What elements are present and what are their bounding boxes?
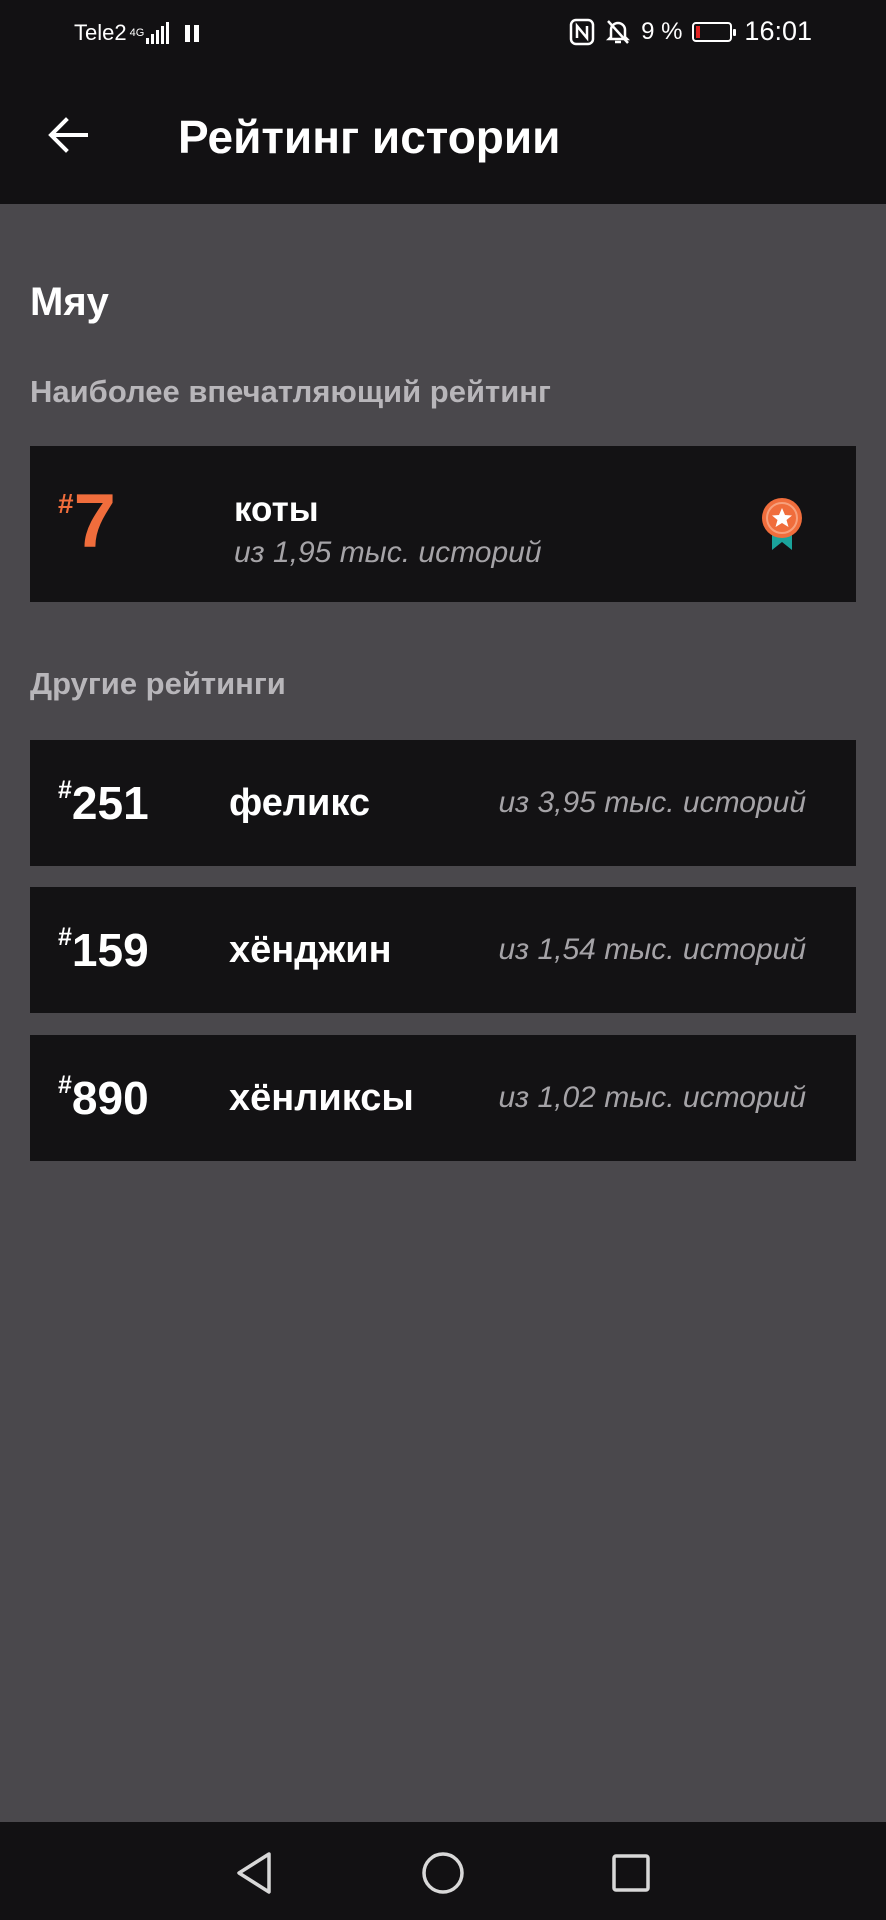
ranking-card[interactable]: #251 феликс из 3,95 тыс. историй	[30, 740, 856, 866]
system-nav-bar	[0, 1822, 886, 1920]
story-title: Мяу	[30, 280, 109, 324]
rank-value: 7	[73, 479, 116, 564]
network-type: 4G	[129, 26, 145, 39]
rank-hash: #	[58, 776, 72, 804]
tag-name: коты	[234, 490, 319, 529]
rank-number: #251	[58, 776, 149, 829]
app-bar: Рейтинг истории	[0, 66, 886, 204]
clock: 16:01	[744, 16, 812, 46]
signal-icon	[146, 22, 171, 44]
best-ranking-card[interactable]: #7 коты из 1,95 тыс. историй	[30, 446, 856, 602]
rank-number: #7	[58, 484, 116, 560]
page-title: Рейтинг истории	[178, 111, 561, 163]
tag-name: хёнджин	[229, 929, 392, 971]
story-count: из 1,95 тыс. историй	[234, 536, 542, 569]
rank-number: #159	[58, 923, 149, 976]
bell-off-icon	[606, 19, 631, 44]
rank-value: 159	[71, 924, 149, 976]
battery-percent: 9 %	[641, 17, 683, 45]
rank-hash: #	[58, 923, 72, 951]
status-left: Tele2 4G	[74, 20, 203, 46]
nav-back-icon	[237, 1852, 271, 1894]
story-count: из 1,02 тыс. историй	[498, 1081, 807, 1114]
best-ranking-label: Наиболее впечатляющий рейтинг	[30, 374, 551, 409]
story-count: из 1,54 тыс. историй	[498, 933, 807, 966]
tag-name: хёнликсы	[229, 1077, 414, 1119]
ranking-card[interactable]: #890 хёнликсы из 1,02 тыс. историй	[30, 1035, 856, 1161]
rank-value: 251	[71, 777, 149, 829]
award-medal-icon	[762, 498, 802, 550]
rank-hash: #	[58, 1071, 72, 1099]
carrier-label: Tele2	[74, 20, 127, 45]
back-button[interactable]	[34, 104, 102, 166]
arrow-back-icon	[48, 117, 88, 153]
tag-name: феликс	[229, 782, 371, 824]
status-right: 9 % 16:01	[559, 16, 812, 47]
nav-recent-button[interactable]	[604, 1846, 658, 1900]
battery-icon	[692, 21, 737, 42]
other-rankings-label: Другие рейтинги	[30, 666, 286, 701]
nav-back-button[interactable]	[228, 1846, 282, 1900]
pause-icon	[185, 24, 203, 42]
nav-home-button[interactable]	[416, 1846, 470, 1900]
status-bar: Tele2 4G 9 % 16:01	[0, 0, 886, 66]
nav-recent-icon	[612, 1854, 650, 1892]
rank-number: #890	[58, 1071, 149, 1124]
rank-hash: #	[58, 488, 74, 519]
nfc-icon	[569, 18, 595, 45]
rank-value: 890	[71, 1072, 149, 1124]
ranking-card[interactable]: #159 хёнджин из 1,54 тыс. историй	[30, 887, 856, 1013]
story-count: из 3,95 тыс. историй	[498, 786, 807, 819]
nav-home-icon	[422, 1852, 464, 1894]
